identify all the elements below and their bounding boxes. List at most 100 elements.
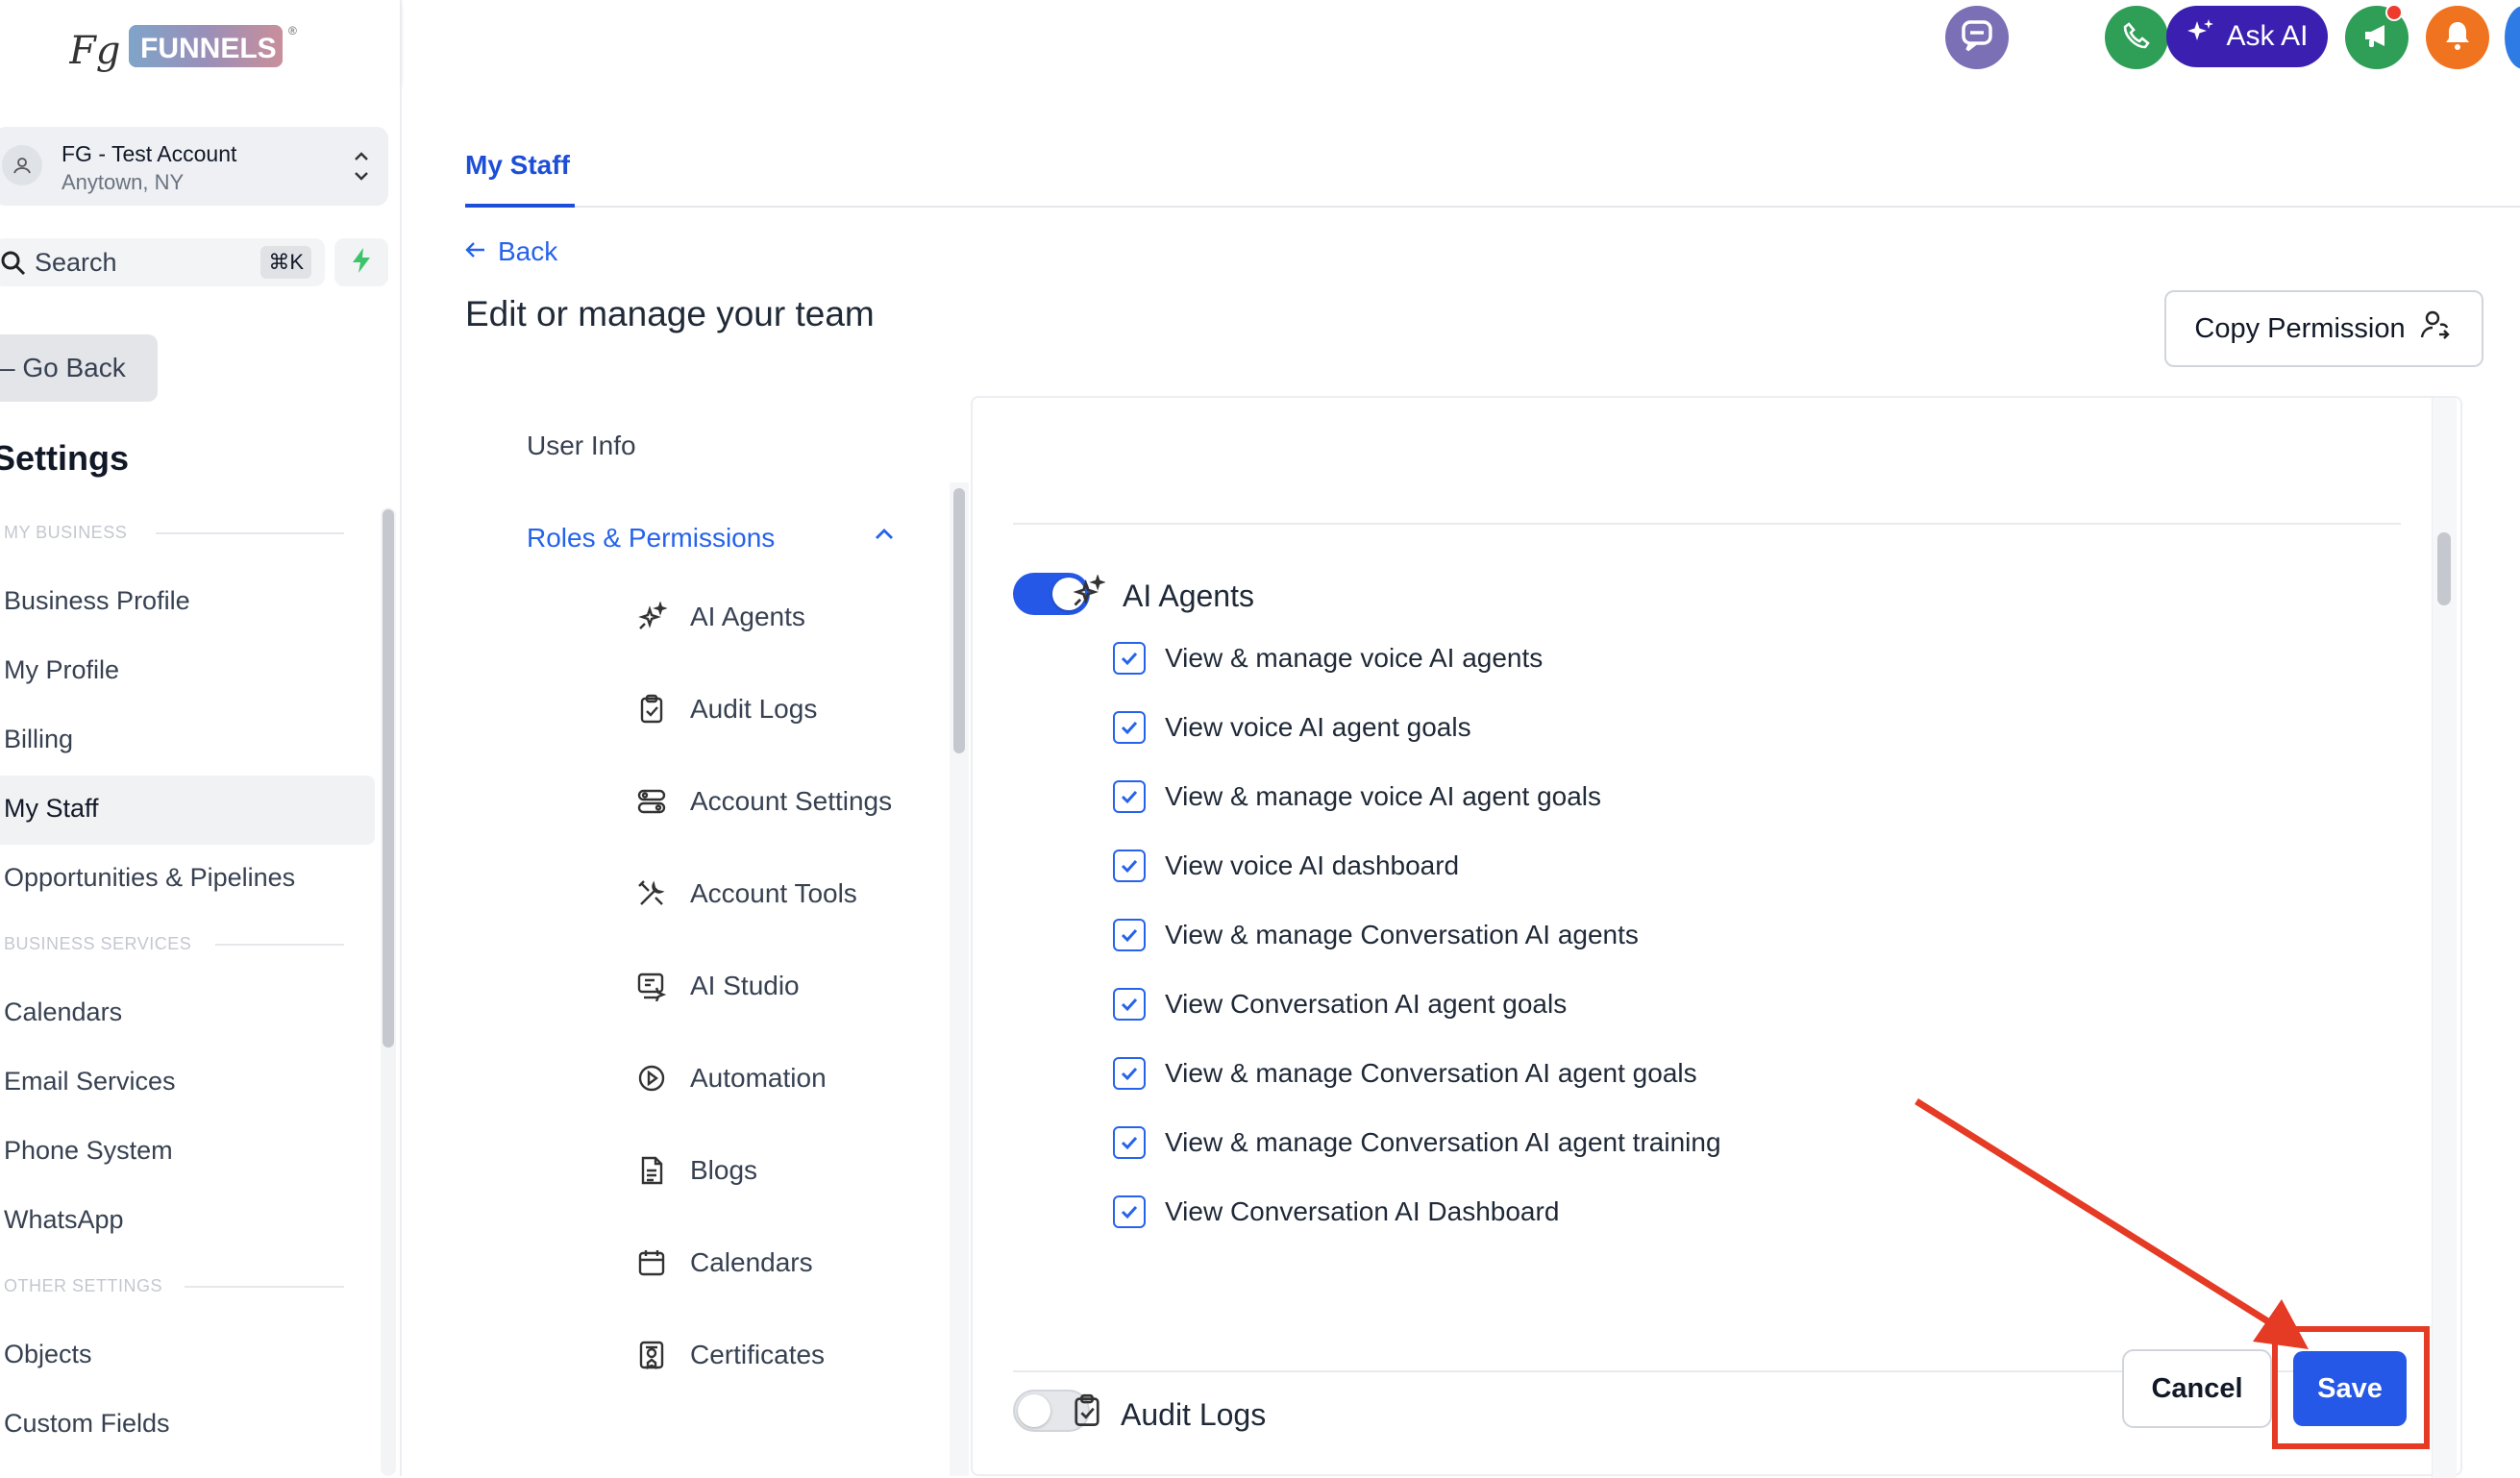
subnav-label: AI Studio bbox=[690, 971, 800, 1000]
notifications-button[interactable] bbox=[2426, 6, 2489, 69]
permission-label: View & manage voice AI agent goals bbox=[1165, 781, 1602, 811]
clipboard-check-icon bbox=[634, 692, 669, 727]
sidebar-item-phone-system[interactable]: Phone System bbox=[4, 1136, 173, 1166]
sparkles-icon bbox=[2186, 17, 2216, 56]
back-label: Back bbox=[498, 236, 558, 266]
svg-text:FUNNELS: FUNNELS bbox=[140, 33, 277, 64]
sidebar-item-objects[interactable]: Objects bbox=[4, 1340, 92, 1369]
sidebar-item-whatsapp[interactable]: WhatsApp bbox=[4, 1205, 124, 1235]
sidebar-item-opportunities-pipelines[interactable]: Opportunities & Pipelines bbox=[4, 863, 295, 893]
sidebar-item-business-profile[interactable]: Business Profile bbox=[4, 586, 190, 616]
sidebar-item-my-staff[interactable]: My Staff bbox=[4, 794, 99, 824]
checkbox-checked[interactable] bbox=[1113, 850, 1146, 882]
permission-row[interactable]: View voice AI agent goals bbox=[1113, 711, 1471, 744]
permission-label: View & manage Conversation AI agent trai… bbox=[1165, 1127, 1721, 1157]
subnav-label: Account Tools bbox=[690, 878, 857, 908]
permission-label: View & manage Conversation AI agents bbox=[1165, 920, 1639, 949]
checkbox-checked[interactable] bbox=[1113, 711, 1146, 744]
subnav-blogs[interactable]: Blogs bbox=[634, 1153, 757, 1188]
unread-dot bbox=[2385, 4, 2403, 21]
search-input[interactable]: Search ⌘K bbox=[0, 238, 325, 286]
megaphone-icon bbox=[2361, 20, 2392, 56]
chevron-up-icon[interactable] bbox=[873, 523, 896, 551]
permission-row[interactable]: View & manage Conversation AI agents bbox=[1113, 919, 1639, 951]
permission-label: View voice AI agent goals bbox=[1165, 712, 1471, 742]
arrow-left-icon: – bbox=[0, 353, 15, 382]
sidebar-item-custom-fields[interactable]: Custom Fields bbox=[4, 1409, 170, 1439]
certificate-icon bbox=[634, 1338, 669, 1372]
account-name: FG - Test Account bbox=[62, 141, 237, 166]
cancel-button[interactable]: Cancel bbox=[2122, 1349, 2272, 1428]
subnav-ai-studio[interactable]: AI Studio bbox=[634, 969, 800, 1003]
account-switcher[interactable]: FG - Test Account Anytown, NY bbox=[0, 127, 388, 206]
go-back-button[interactable]: – Go Back bbox=[0, 334, 158, 402]
quick-actions-button[interactable] bbox=[334, 238, 388, 286]
checkbox-checked[interactable] bbox=[1113, 1057, 1146, 1090]
subnav-account-tools[interactable]: Account Tools bbox=[634, 876, 857, 911]
sidebar-item-email-services[interactable]: Email Services bbox=[4, 1067, 176, 1096]
fg-funnels-logo[interactable]: Fg FUNNELS ® bbox=[68, 19, 309, 96]
search-icon bbox=[0, 250, 27, 282]
account-avatar-icon bbox=[2, 145, 42, 185]
panel-scroll-thumb[interactable] bbox=[2437, 532, 2451, 605]
tools-icon bbox=[634, 876, 669, 911]
checkbox-checked[interactable] bbox=[1113, 642, 1146, 675]
group-title-ai-agents: AI Agents bbox=[1073, 574, 1254, 617]
phone-button[interactable] bbox=[2105, 6, 2168, 69]
checkbox-checked[interactable] bbox=[1113, 988, 1146, 1021]
ask-ai-button[interactable]: Ask AI bbox=[2166, 6, 2328, 67]
tab-my-staff[interactable]: My Staff bbox=[465, 150, 570, 181]
settings-sidebar: Fg FUNNELS ® FG - Test Account Anytown, … bbox=[0, 0, 402, 1476]
go-back-label: Go Back bbox=[22, 353, 126, 382]
permission-row[interactable]: View voice AI dashboard bbox=[1113, 850, 1459, 882]
subnav-user-info[interactable]: User Info bbox=[527, 431, 636, 461]
permission-row[interactable]: View & manage voice AI agents bbox=[1113, 642, 1543, 675]
permission-row[interactable]: View & manage Conversation AI agent trai… bbox=[1113, 1126, 1721, 1159]
checkbox-checked[interactable] bbox=[1113, 1126, 1146, 1159]
copy-permission-button[interactable]: Copy Permission bbox=[2164, 290, 2483, 367]
bell-icon bbox=[2442, 19, 2473, 57]
subnav-scroll-thumb[interactable] bbox=[953, 488, 965, 753]
chat-button[interactable] bbox=[1945, 6, 2009, 69]
subnav-label: Certificates bbox=[690, 1340, 826, 1369]
permission-row[interactable]: View Conversation AI agent goals bbox=[1113, 988, 1567, 1021]
sidebar-item-billing[interactable]: Billing bbox=[4, 725, 73, 754]
play-circle-icon bbox=[634, 1061, 669, 1096]
sparkles-icon bbox=[634, 600, 669, 634]
section-heading-other-settings: OTHER SETTINGS bbox=[4, 1276, 163, 1295]
top-bar: Ask AI bbox=[404, 0, 2520, 85]
permission-row[interactable]: View & manage Conversation AI agent goal… bbox=[1113, 1057, 1697, 1090]
chat-bubble-icon bbox=[1959, 17, 1995, 59]
subnav-certificates[interactable]: Certificates bbox=[634, 1338, 825, 1372]
permission-label: View Conversation AI agent goals bbox=[1165, 989, 1568, 1019]
search-label: Search bbox=[35, 248, 117, 277]
settings-toggles-icon bbox=[634, 784, 669, 819]
subnav-roles-permissions[interactable]: Roles & Permissions bbox=[527, 523, 775, 554]
subnav-label: Automation bbox=[690, 1063, 827, 1093]
page-heading: Edit or manage your team bbox=[465, 294, 875, 333]
subnav-audit-logs[interactable]: Audit Logs bbox=[634, 692, 817, 727]
user-avatar[interactable] bbox=[2505, 6, 2520, 69]
checkbox-checked[interactable] bbox=[1113, 1195, 1146, 1228]
sidebar-item-my-profile[interactable]: My Profile bbox=[4, 655, 119, 685]
checkbox-checked[interactable] bbox=[1113, 919, 1146, 951]
ai-studio-icon bbox=[634, 969, 669, 1003]
sidebar-item-calendars[interactable]: Calendars bbox=[4, 998, 122, 1027]
permission-category-nav: User Info Roles & Permissions AI Agents … bbox=[465, 396, 961, 1476]
active-tab-underline bbox=[465, 204, 575, 208]
subnav-automation[interactable]: Automation bbox=[634, 1061, 827, 1096]
section-divider bbox=[215, 944, 344, 946]
subnav-calendars[interactable]: Calendars bbox=[634, 1245, 813, 1280]
checkbox-checked[interactable] bbox=[1113, 780, 1146, 813]
arrow-left-icon bbox=[465, 236, 486, 267]
permission-row[interactable]: View & manage voice AI agent goals bbox=[1113, 780, 1601, 813]
subnav-account-settings[interactable]: Account Settings bbox=[634, 784, 892, 819]
back-link[interactable]: Back bbox=[465, 236, 557, 267]
sidebar-scroll-thumb[interactable] bbox=[383, 509, 394, 1047]
svg-text:®: ® bbox=[288, 24, 297, 37]
permissions-panel: AI Agents View & manage voice AI agents … bbox=[971, 396, 2462, 1478]
chevron-up-down-icon bbox=[352, 146, 371, 191]
group-title-audit-logs: Audit Logs bbox=[1071, 1393, 1266, 1436]
permission-row[interactable]: View Conversation AI Dashboard bbox=[1113, 1195, 1559, 1228]
subnav-ai-agents[interactable]: AI Agents bbox=[634, 600, 805, 634]
